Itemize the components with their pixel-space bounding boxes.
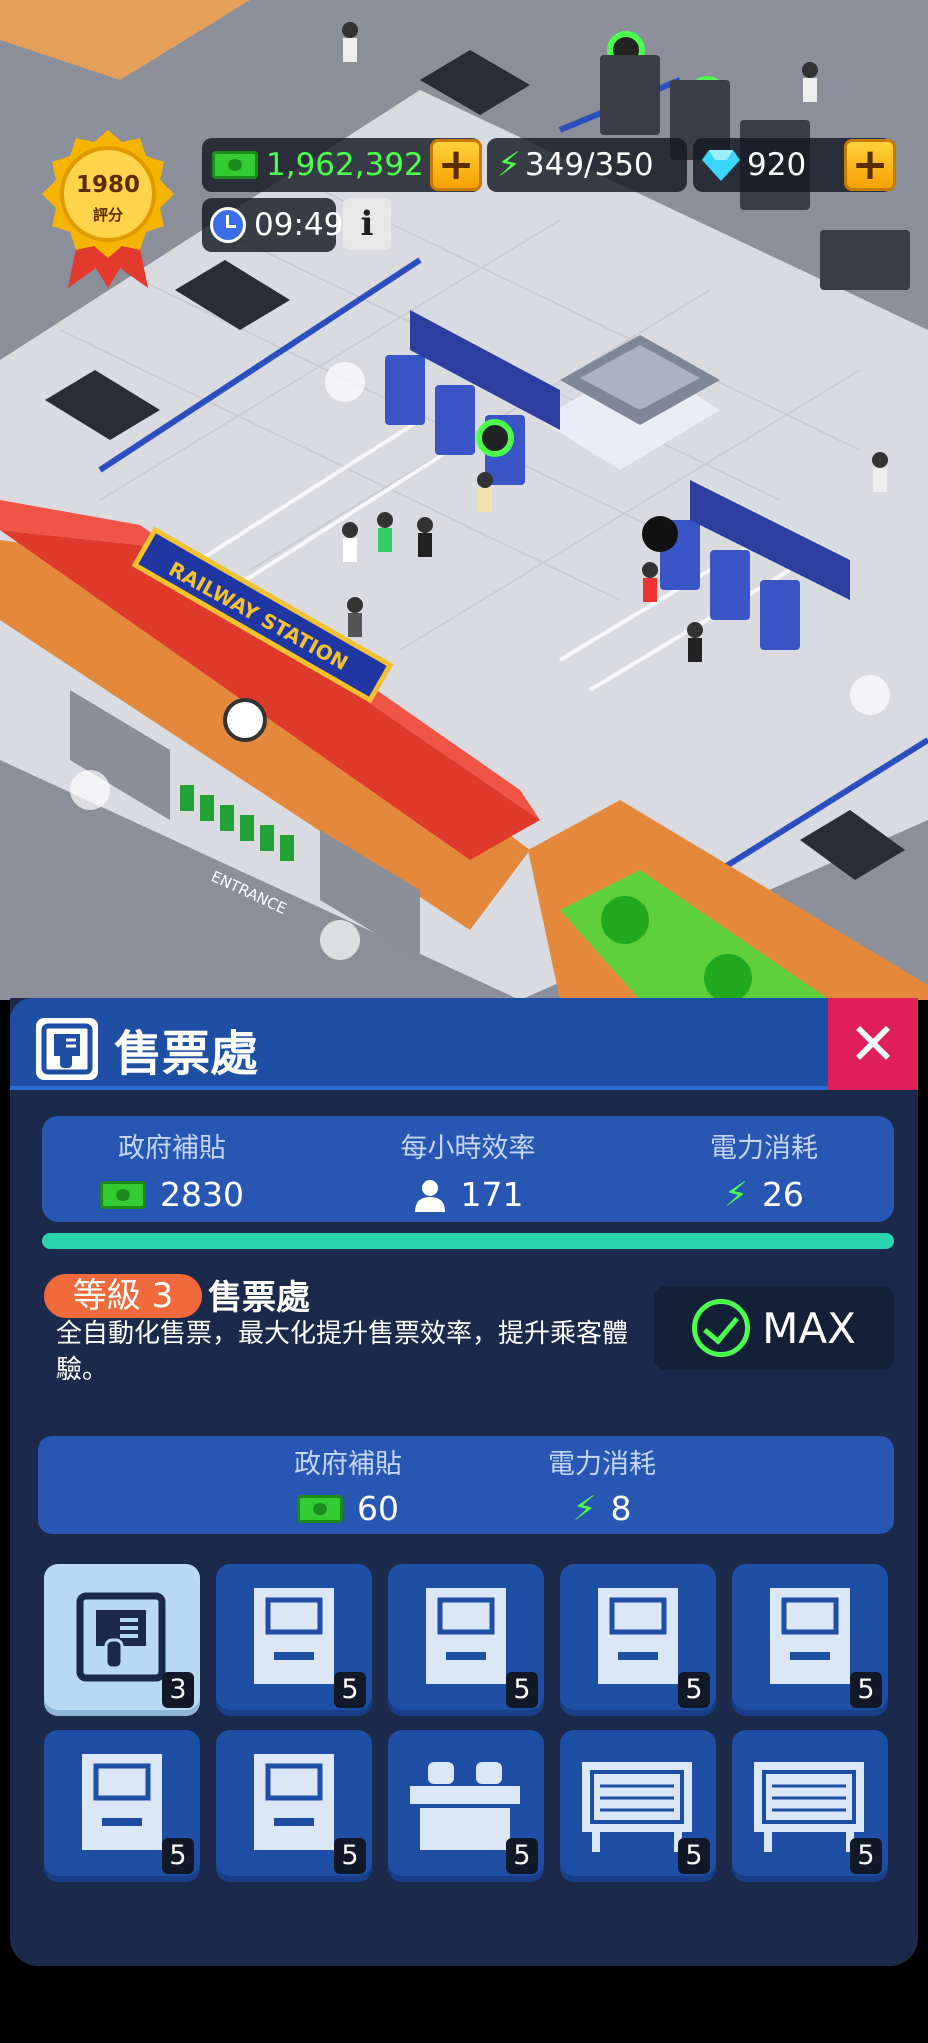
item-tile[interactable]: 5 bbox=[560, 1564, 716, 1716]
item-count: 5 bbox=[162, 1838, 194, 1874]
stat-value: 171 bbox=[460, 1175, 524, 1214]
game-clock: 09:49 bbox=[202, 198, 343, 252]
item-tile[interactable]: 3 bbox=[44, 1564, 200, 1716]
energy-counter: ⚡ 349/350 bbox=[487, 138, 687, 192]
stat-value: 26 bbox=[761, 1175, 804, 1214]
ticket-office-icon bbox=[76, 1592, 166, 1682]
stat-power: 電力消耗 ⚡ 26 bbox=[634, 1126, 894, 1214]
add-money-button[interactable]: + bbox=[430, 139, 482, 191]
stat-label: 政府補貼 bbox=[294, 1449, 402, 1480]
panel-title: 售票處 bbox=[114, 1026, 259, 1082]
item-tile[interactable]: 5 bbox=[44, 1730, 200, 1882]
item-count: 5 bbox=[334, 1838, 366, 1874]
upgrade-subsidy: 政府補貼 60 bbox=[218, 1442, 478, 1528]
facility-description: 全自動化售票，最大化提升售票效率，提升乘客體驗。 bbox=[56, 1319, 629, 1385]
item-tile[interactable]: 5 bbox=[216, 1730, 372, 1882]
item-tile[interactable]: 5 bbox=[388, 1564, 544, 1716]
info-button[interactable]: i bbox=[343, 198, 391, 250]
ticket-machine-icon bbox=[770, 1588, 850, 1684]
time-value: 09:49 bbox=[254, 207, 344, 243]
stat-label: 政府補貼 bbox=[118, 1133, 226, 1164]
cash-icon bbox=[100, 1180, 146, 1209]
item-count: 5 bbox=[850, 1838, 882, 1874]
add-gems-button[interactable]: + bbox=[844, 139, 896, 191]
rating-value: 1980 bbox=[75, 172, 140, 198]
item-count: 5 bbox=[506, 1672, 538, 1708]
level-progress-bar bbox=[42, 1233, 894, 1249]
item-count: 5 bbox=[678, 1838, 710, 1874]
item-count: 5 bbox=[334, 1672, 366, 1708]
gem-value: 920 bbox=[747, 147, 807, 183]
item-tile[interactable]: 5 bbox=[388, 1730, 544, 1882]
stat-value: 2830 bbox=[160, 1175, 244, 1214]
lightning-icon: ⚡ bbox=[724, 1174, 748, 1215]
item-count: 3 bbox=[162, 1672, 194, 1708]
ticket-office-icon bbox=[36, 1018, 98, 1080]
close-button[interactable]: ✕ bbox=[828, 998, 918, 1090]
energy-value: 349/350 bbox=[524, 147, 654, 183]
stat-label: 每小時效率 bbox=[400, 1133, 536, 1164]
cash-icon bbox=[297, 1494, 343, 1523]
cash-icon bbox=[212, 151, 258, 179]
diamond-icon bbox=[702, 150, 740, 181]
stat-label: 電力消耗 bbox=[548, 1449, 656, 1480]
ticket-machine-icon bbox=[598, 1588, 678, 1684]
stat-label: 電力消耗 bbox=[710, 1133, 818, 1164]
item-count: 5 bbox=[678, 1672, 710, 1708]
level-badge: 等級 3 bbox=[44, 1274, 202, 1318]
ticket-machine-icon bbox=[426, 1588, 506, 1684]
stat-value: 60 bbox=[357, 1489, 399, 1528]
ticket-machine-icon bbox=[254, 1754, 334, 1850]
item-tile[interactable]: 5 bbox=[560, 1730, 716, 1882]
upgrade-power: 電力消耗 ⚡ 8 bbox=[472, 1442, 732, 1528]
max-level-button[interactable]: MAX bbox=[654, 1286, 894, 1370]
lightning-icon: ⚡ bbox=[572, 1488, 597, 1529]
person-icon bbox=[414, 1179, 445, 1212]
item-tile[interactable]: 5 bbox=[216, 1564, 372, 1716]
item-count: 5 bbox=[506, 1838, 538, 1874]
upgrade-stats-box: 政府補貼 60 電力消耗 ⚡ 8 bbox=[38, 1436, 894, 1534]
rating-badge[interactable]: 1980 評分 bbox=[38, 128, 178, 288]
stat-subsidy: 政府補貼 2830 bbox=[42, 1126, 302, 1214]
clock-icon bbox=[210, 207, 246, 243]
lightning-icon: ⚡ bbox=[497, 145, 521, 185]
item-tile[interactable]: 5 bbox=[732, 1730, 888, 1882]
max-label: MAX bbox=[762, 1303, 856, 1353]
rating-label: 評分 bbox=[92, 206, 123, 224]
stat-value: 8 bbox=[610, 1489, 632, 1528]
check-icon bbox=[692, 1299, 751, 1357]
ticket-machine-icon bbox=[82, 1754, 162, 1850]
item-count: 5 bbox=[850, 1672, 882, 1708]
stat-efficiency: 每小時效率 171 bbox=[338, 1126, 598, 1214]
item-tile[interactable]: 5 bbox=[732, 1564, 888, 1716]
level-name: 售票處 bbox=[208, 1278, 310, 1318]
panel-header: 售票處 ✕ bbox=[10, 998, 918, 1090]
money-value: 1,962,392 bbox=[266, 147, 424, 183]
stats-box: 政府補貼 2830 每小時效率 171 電力消耗 ⚡ 26 bbox=[42, 1116, 894, 1222]
ticket-machine-icon bbox=[254, 1588, 334, 1684]
facility-panel: 售票處 ✕ 政府補貼 2830 每小時效率 171 電力消耗 ⚡ 26 等級 3… bbox=[10, 998, 918, 1966]
